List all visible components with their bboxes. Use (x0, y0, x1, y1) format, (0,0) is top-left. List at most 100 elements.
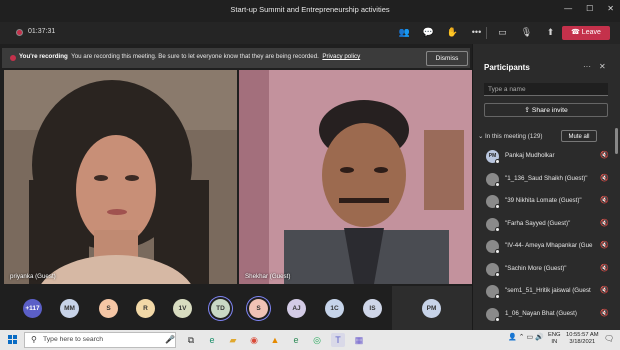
participant-avatar[interactable]: IS (363, 299, 382, 318)
language-indicator[interactable]: ENG IN (548, 332, 561, 346)
panel-title: Participants (484, 63, 530, 72)
search-icon: ⚲ (31, 335, 37, 344)
participant-avatar[interactable]: 1V (173, 299, 192, 318)
participant-video (239, 70, 472, 284)
video-tile-shekhar[interactable]: Shekhar (Guest) (239, 70, 472, 284)
participant-row[interactable]: "IV-44- Ameya Mhapankar (Gue 🔇 (484, 237, 614, 255)
minimize-button[interactable]: — (564, 4, 572, 13)
chrome-icon[interactable]: ◉ (247, 333, 261, 347)
mic-muted-icon[interactable]: 🔇 (600, 174, 609, 182)
participant-row[interactable]: "Sachin More (Guest)" 🔇 (484, 260, 614, 278)
participant-avatar[interactable]: MM (60, 299, 79, 318)
raise-hand-icon[interactable]: ✋ (446, 27, 459, 38)
windows-taskbar: ⚲ Type here to search 🎤 ⧉ e ▰ ◉ ▲ e ◎ T … (0, 330, 620, 350)
toolbar-divider (486, 27, 487, 39)
meeting-toolbar: 01:37:31 👥 💬 ✋ ••• ▭ 🎙 ⬆ ☎ Leave (0, 22, 620, 44)
video-tile-priyanka[interactable]: priyanka (Guest) (4, 70, 237, 284)
share-icon: ⇪ (524, 107, 532, 114)
presence-dot-icon (495, 159, 500, 164)
participants-icon[interactable]: 👥 (398, 27, 411, 38)
in-meeting-section-toggle[interactable]: ⌄ In this meeting (129) (478, 133, 542, 140)
camera-off-icon[interactable]: ▭ (496, 27, 509, 38)
region-code: IN (551, 339, 558, 345)
avatar: PM (422, 299, 441, 318)
phone-icon: ☎ (571, 29, 582, 36)
mute-all-button[interactable]: Mute all (561, 130, 597, 142)
edge-legacy-icon[interactable]: e (289, 333, 303, 347)
presence-dot-icon (495, 204, 500, 209)
mic-muted-icon[interactable]: 🔇 (600, 151, 609, 159)
mic-off-icon[interactable]: 🎙 (520, 27, 533, 38)
app-icon[interactable]: ▦ (352, 333, 366, 347)
participant-search-input[interactable]: Type a name (484, 83, 608, 96)
maximize-button[interactable]: ☐ (586, 4, 593, 13)
participant-row[interactable]: "sem1_51_Hritik jaiswal (Guest 🔇 (484, 282, 614, 300)
participant-video (4, 70, 237, 284)
chevron-up-icon: ⌃ (518, 334, 525, 341)
participant-name: "IV-44- Ameya Mhapankar (Gue (505, 242, 593, 249)
video-name-label: priyanka (Guest) (10, 273, 56, 280)
recording-icon (16, 29, 23, 36)
mic-muted-icon[interactable]: 🔇 (600, 241, 609, 249)
teams-icon[interactable]: T (331, 333, 345, 347)
edge-icon[interactable]: e (205, 333, 219, 347)
share-screen-icon[interactable]: ⬆ (544, 27, 557, 38)
participant-row[interactable]: "1_136_Saud Shaikh (Guest)" 🔇 (484, 170, 614, 188)
task-view-icon[interactable]: ⧉ (184, 333, 198, 347)
panel-close-icon[interactable]: ✕ (599, 62, 606, 71)
mic-muted-icon[interactable]: 🔇 (600, 219, 609, 227)
chat-icon[interactable]: 💬 (422, 27, 435, 38)
participant-avatar[interactable]: S (99, 299, 118, 318)
participant-row[interactable]: "39 Nikhita Lomate (Guest)" 🔇 (484, 192, 614, 210)
more-participants-button[interactable]: +117 (23, 299, 42, 318)
vlc-icon[interactable]: ▲ (268, 333, 282, 347)
participant-avatar[interactable]: TD (211, 299, 230, 318)
file-explorer-icon[interactable]: ▰ (226, 333, 240, 347)
whatsapp-icon[interactable]: ◎ (310, 333, 324, 347)
participant-name: Pankaj Mudholkar (505, 152, 555, 159)
participant-name: "39 Nikhita Lomate (Guest)" (505, 197, 582, 204)
dismiss-button[interactable]: Dismiss (426, 51, 468, 66)
privacy-policy-link[interactable]: Privacy policy (322, 53, 360, 60)
close-button[interactable]: ✕ (607, 4, 614, 13)
system-tray[interactable]: 👤 ⌃ ▭ 🔊 (508, 333, 544, 341)
window-titlebar: Start-up Summit and Entrepreneurship act… (0, 0, 620, 23)
notifications-icon[interactable]: 🗨 (604, 334, 614, 343)
share-invite-button[interactable]: ⇪ Share invite (484, 103, 608, 117)
recording-banner: You're recording You are recording this … (2, 48, 470, 68)
windows-start-icon[interactable] (8, 335, 18, 345)
panel-scrollbar[interactable] (615, 128, 618, 154)
taskbar-search-placeholder: Type here to search (43, 336, 104, 343)
presence-dot-icon (495, 181, 500, 187)
more-actions-icon[interactable]: ••• (470, 27, 483, 38)
panel-more-icon[interactable]: ··· (583, 62, 591, 71)
participant-name: 1_06_Nayan Bhat (Guest) (505, 309, 577, 317)
participants-panel: Participants ··· ✕ Type a name ⇪ Share i… (472, 44, 620, 330)
participant-avatar[interactable]: AJ (287, 299, 306, 318)
mic-muted-icon[interactable]: 🔇 (600, 196, 609, 204)
participant-name: "sem1_51_Hritik jaiswal (Guest (505, 287, 591, 294)
clock-time: 10:55:57 AM (566, 332, 599, 338)
taskbar-apps: ⧉ e ▰ ◉ ▲ e ◎ T ▦ (184, 333, 366, 347)
taskbar-clock[interactable]: 10:55:57 AM 3/18/2021 (566, 332, 599, 346)
leave-button[interactable]: ☎ Leave (562, 26, 610, 40)
participant-avatar[interactable]: S (249, 299, 268, 318)
participant-row[interactable]: "Farha Sayyed (Guest)" 🔇 (484, 215, 614, 233)
volume-icon: 🔊 (535, 334, 544, 341)
mic-muted-icon[interactable]: 🔇 (600, 286, 609, 294)
participant-name: "Sachin More (Guest)" (505, 264, 567, 272)
taskbar-search-input[interactable]: ⚲ Type here to search 🎤 (24, 332, 176, 348)
participant-avatar[interactable]: R (136, 299, 155, 318)
recording-dot-icon (10, 55, 16, 61)
mic-muted-icon[interactable]: 🔇 (600, 264, 609, 272)
participant-strip: +117 MM S R 1V TD S AJ 1C IS PM (0, 286, 472, 330)
microphone-icon[interactable]: 🎤 (165, 335, 175, 344)
participant-name: "1_136_Saud Shaikh (Guest)" (505, 174, 588, 182)
presence-dot-icon (495, 249, 500, 254)
participant-tile-pm[interactable]: PM (392, 286, 472, 330)
participant-avatar[interactable]: 1C (325, 299, 344, 318)
in-meeting-count: In this meeting (129) (485, 133, 543, 140)
participant-row[interactable]: 1_06_Nayan Bhat (Guest) 🔇 (484, 305, 614, 323)
mic-muted-icon[interactable]: 🔇 (600, 309, 609, 317)
participant-row[interactable]: PM Pankaj Mudholkar 🔇 (484, 147, 614, 165)
